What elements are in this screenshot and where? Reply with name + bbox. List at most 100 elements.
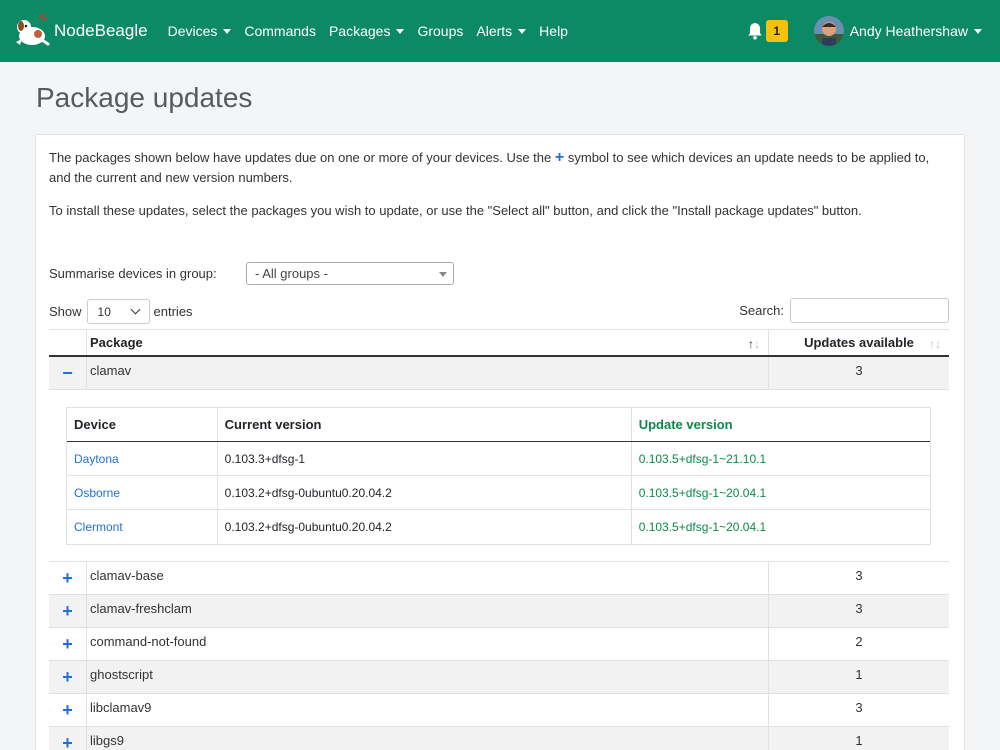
detail-row: Daytona 0.103.3+dfsg-1 0.103.5+dfsg-1~21… xyxy=(67,442,930,476)
table-row: + libclamav9 3 xyxy=(49,694,949,727)
table-row: + clamav-freshclam 3 xyxy=(49,595,949,628)
update-count: 1 xyxy=(855,732,863,748)
entries-select-value: 10 xyxy=(97,304,111,319)
intro-paragraph-1: The packages shown below have updates du… xyxy=(49,148,954,188)
intro-paragraph-2: To install these updates, select the pac… xyxy=(49,203,862,218)
brand-name: NodeBeagle xyxy=(54,21,148,40)
updates-header-label: Updates available xyxy=(804,335,914,350)
packages-table: Package ↑↓ Updates available ↑↓ − clamav… xyxy=(49,329,949,750)
nav-packages[interactable]: Packages xyxy=(328,23,405,39)
table-row: + command-not-found 2 xyxy=(49,628,949,661)
nav-alerts[interactable]: Alerts xyxy=(476,23,527,39)
group-filter: Summarise devices in group: - All groups… xyxy=(49,262,454,285)
avatar[interactable] xyxy=(813,16,844,46)
expand-icon[interactable]: + xyxy=(49,562,87,594)
user-name: Andy Heathershaw xyxy=(849,23,968,39)
table-search: Search: xyxy=(739,298,949,323)
table-header: Package ↑↓ Updates available ↑↓ xyxy=(49,329,949,357)
table-row: + clamav-base 3 xyxy=(49,562,949,595)
update-version: 0.103.5+dfsg-1~20.04.1 xyxy=(638,520,767,534)
update-count: 3 xyxy=(855,699,863,715)
nav-groups[interactable]: Groups xyxy=(417,23,463,39)
package-name: clamav xyxy=(87,357,769,389)
package-name: clamav-freshclam xyxy=(87,595,769,627)
alert-count-badge[interactable]: 1 xyxy=(765,20,788,42)
package-name: libclamav9 xyxy=(87,694,769,726)
current-version: 0.103.3+dfsg-1 xyxy=(218,442,632,475)
package-detail: Device Current version Update version Da… xyxy=(49,390,949,562)
detail-header: Device Current version Update version xyxy=(67,408,930,442)
search-label: Search: xyxy=(739,303,784,318)
entries-label: entries xyxy=(153,304,193,319)
collapse-icon[interactable]: − xyxy=(49,357,87,389)
update-version: 0.103.5+dfsg-1~21.10.1 xyxy=(638,451,767,466)
table-row: + ghostscript 1 xyxy=(49,661,949,694)
current-version: 0.103.2+dfsg-0ubuntu0.20.04.2 xyxy=(218,476,632,509)
search-input[interactable] xyxy=(790,298,949,323)
package-name: command-not-found xyxy=(87,628,769,660)
sort-icon: ↑↓ xyxy=(929,337,941,351)
beagle-logo-icon xyxy=(12,12,50,50)
update-version-header: Update version xyxy=(638,417,733,432)
detail-row: Clermont 0.103.2+dfsg-0ubuntu0.20.04.2 0… xyxy=(67,510,930,544)
current-version: 0.103.2+dfsg-0ubuntu0.20.04.2 xyxy=(218,510,632,544)
package-name: libgs9 xyxy=(87,727,769,750)
device-link[interactable]: Clermont xyxy=(67,510,218,544)
sort-ascending-icon: ↑↓ xyxy=(748,337,760,351)
expand-icon[interactable]: + xyxy=(49,661,87,693)
nav-devices-label: Devices xyxy=(167,23,218,39)
device-header: Device xyxy=(67,408,218,441)
show-label: Show xyxy=(49,304,82,319)
expand-icon[interactable]: + xyxy=(49,595,87,627)
table-row: − clamav 3 xyxy=(49,357,949,390)
caret-down-icon xyxy=(223,28,232,34)
nav-commands[interactable]: Commands xyxy=(244,23,316,39)
table-row: + libgs9 1 xyxy=(49,727,949,750)
caret-down-icon xyxy=(396,28,405,34)
plus-icon: + xyxy=(554,149,565,166)
package-column-header[interactable]: Package ↑↓ xyxy=(87,330,769,355)
dropdown-arrow-icon xyxy=(439,272,447,277)
nav-commands-label: Commands xyxy=(244,23,316,39)
entries-length: Show 10 entries xyxy=(49,299,193,324)
device-link[interactable]: Daytona xyxy=(67,442,218,475)
package-header-label: Package xyxy=(90,335,143,350)
update-version: 0.103.5+dfsg-1~20.04.1 xyxy=(638,485,767,500)
update-count: 3 xyxy=(855,600,863,616)
package-name: ghostscript xyxy=(87,661,769,693)
nav-help[interactable]: Help xyxy=(539,23,568,39)
nav-help-label: Help xyxy=(539,23,568,39)
nav-right: 1 Andy Heathershaw xyxy=(746,0,1000,62)
brand-link[interactable]: NodeBeagle xyxy=(12,12,148,50)
nav-alerts-label: Alerts xyxy=(476,23,513,39)
device-versions-table: Device Current version Update version Da… xyxy=(66,407,931,545)
bell-icon[interactable] xyxy=(746,22,764,40)
expand-icon[interactable]: + xyxy=(49,727,87,750)
control-column-header xyxy=(49,330,87,355)
package-name: clamav-base xyxy=(87,562,769,594)
update-count: 1 xyxy=(855,666,863,682)
expand-icon[interactable]: + xyxy=(49,694,87,726)
updates-column-header[interactable]: Updates available ↑↓ xyxy=(769,330,949,355)
update-count: 3 xyxy=(855,362,863,378)
caret-down-icon xyxy=(974,28,982,34)
nav-packages-label: Packages xyxy=(328,23,391,39)
page-title: Package updates xyxy=(36,82,253,113)
group-filter-label: Summarise devices in group: xyxy=(49,266,217,281)
update-count: 3 xyxy=(855,567,863,583)
main-nav: Devices Commands Packages Groups Alerts … xyxy=(168,23,581,39)
group-select[interactable]: - All groups - xyxy=(246,262,454,285)
intro-text: The packages shown below have updates du… xyxy=(49,148,954,234)
update-count: 2 xyxy=(855,633,863,649)
top-navbar: NodeBeagle Devices Commands Packages Gro… xyxy=(0,0,1000,62)
user-menu[interactable]: Andy Heathershaw xyxy=(850,23,982,39)
current-version-header: Current version xyxy=(218,408,632,441)
entries-select[interactable]: 10 xyxy=(86,299,150,324)
chevron-down-icon xyxy=(130,304,140,315)
expand-icon[interactable]: + xyxy=(49,628,87,660)
group-select-value: - All groups - xyxy=(255,266,328,281)
device-link[interactable]: Osborne xyxy=(67,476,218,509)
detail-row: Osborne 0.103.2+dfsg-0ubuntu0.20.04.2 0.… xyxy=(67,476,930,510)
nav-groups-label: Groups xyxy=(417,23,464,39)
nav-devices[interactable]: Devices xyxy=(168,23,232,39)
